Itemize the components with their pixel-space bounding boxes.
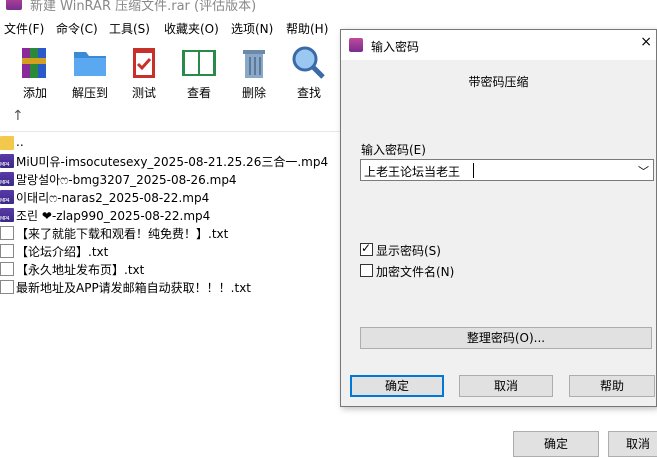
mp4-file-icon — [0, 154, 14, 168]
file-name: 最新地址及APP请发邮箱自动获取！！！.txt — [16, 281, 252, 295]
file-row[interactable]: .. — [0, 134, 340, 152]
file-name: MiU미유-imsocutesexy_2025-08-21.25.26三合一.m… — [16, 155, 329, 169]
text-file-icon — [0, 280, 14, 294]
find-button[interactable]: 查找 — [287, 44, 331, 101]
help-button[interactable]: 帮助 — [569, 375, 655, 397]
file-row[interactable]: 이태리ෆ-naras2_2025-08-22.mp4 — [0, 188, 340, 206]
background-ok-button[interactable]: 确定 — [513, 431, 599, 457]
file-list: .. MiU미유-imsocutesexy_2025-08-21.25.26三合… — [0, 134, 340, 296]
find-magnifier-icon — [292, 46, 325, 79]
text-file-icon — [0, 226, 14, 240]
add-archive-icon — [22, 48, 46, 78]
organize-passwords-button[interactable]: 整理密码(O)... — [360, 327, 652, 349]
file-row[interactable]: 【永久地址发布页】.txt — [0, 260, 340, 278]
cancel-button[interactable]: 取消 — [459, 375, 553, 397]
dialog-titlebar: 输入密码 × — [341, 30, 656, 60]
winrar-dialog-icon — [349, 38, 363, 52]
dialog-title: 输入密码 — [371, 40, 420, 54]
mp4-file-icon — [0, 172, 14, 186]
close-icon[interactable]: × — [640, 34, 652, 50]
menu-tools[interactable]: 工具(S) — [109, 20, 150, 37]
file-row[interactable]: 最新地址及APP请发邮箱自动获取！！！.txt — [0, 278, 340, 296]
find-label: 查找 — [296, 86, 321, 100]
menu-file[interactable]: 文件(F) — [4, 20, 44, 37]
menu-favorites[interactable]: 收藏夹(O) — [164, 20, 219, 37]
file-name: 【来了就能下载和观看！纯免费！】.txt — [16, 227, 229, 241]
window-title: 新建 WinRAR 压缩文件.rar (评估版本) — [30, 0, 257, 14]
password-label: 输入密码(E) — [361, 143, 426, 157]
winrar-app-icon — [6, 0, 22, 10]
checkbox-unchecked-icon — [360, 264, 373, 277]
file-name: 【永久地址发布页】.txt — [16, 263, 145, 277]
path-bar: ↑ — [0, 104, 340, 132]
extract-to-button[interactable]: 解压到 — [68, 44, 112, 101]
file-name: .. — [16, 135, 24, 149]
file-row[interactable]: 말랑설아ෆ-bmg3207_2025-08-26.mp4 — [0, 170, 340, 188]
view-label: 查看 — [186, 86, 211, 100]
file-name: 이태리ෆ-naras2_2025-08-22.mp4 — [16, 191, 210, 205]
file-row[interactable]: 【来了就能下载和观看！纯免费！】.txt — [0, 224, 340, 242]
chevron-down-icon[interactable]: ﹀ — [638, 163, 649, 179]
toolbar: 添加 解压到 测试 查看 删除 查找 — [0, 40, 340, 102]
add-label: 添加 — [22, 86, 47, 100]
file-name: 【论坛介绍】.txt — [16, 245, 109, 259]
up-arrow-icon[interactable]: ↑ — [12, 108, 24, 124]
file-row[interactable]: 【论坛介绍】.txt — [0, 242, 340, 260]
file-row[interactable]: 조린 ❤-zlap990_2025-08-22.mp4 — [0, 206, 340, 224]
extract-to-label: 解压到 — [71, 86, 108, 100]
text-caret — [473, 163, 474, 178]
dialog-heading: 带密码压缩 — [468, 75, 529, 89]
menu-options[interactable]: 选项(N) — [231, 20, 273, 37]
password-value: 上老王论坛当老王 — [364, 165, 461, 179]
mp4-file-icon — [0, 208, 14, 222]
test-button[interactable]: 测试 — [122, 44, 166, 101]
ok-button[interactable]: 确定 — [350, 375, 444, 397]
add-button[interactable]: 添加 — [13, 44, 57, 101]
password-combobox[interactable]: 上老王论坛当老王 ﹀ — [360, 159, 654, 181]
encrypt-filenames-label: 加密文件名(N) — [376, 265, 455, 279]
extract-folder-icon — [74, 52, 106, 76]
test-clipboard-icon — [133, 48, 155, 78]
text-file-icon — [0, 244, 14, 258]
text-file-icon — [0, 262, 14, 276]
view-button[interactable]: 查看 — [177, 44, 221, 101]
checkbox-checked-icon — [360, 241, 373, 256]
winrar-screen: 新建 WinRAR 压缩文件.rar (评估版本) 文件(F) 命令(C) 工具… — [0, 0, 657, 458]
file-row[interactable]: MiU미유-imsocutesexy_2025-08-21.25.26三合一.m… — [0, 152, 340, 170]
show-password-label: 显示密码(S) — [376, 244, 441, 258]
delete-trash-icon — [243, 50, 265, 78]
menu-command[interactable]: 命令(C) — [56, 20, 98, 37]
background-cancel-button[interactable]: 取消 — [608, 431, 657, 457]
password-dialog: 输入密码 × 带密码压缩 输入密码(E) 上老王论坛当老王 ﹀ 显示密码(S) … — [340, 29, 657, 407]
main-titlebar: 新建 WinRAR 压缩文件.rar (评估版本) — [0, 0, 657, 16]
mp4-file-icon — [0, 190, 14, 204]
delete-label: 删除 — [241, 86, 266, 100]
file-name: 말랑설아ෆ-bmg3207_2025-08-26.mp4 — [16, 173, 237, 187]
file-name: 조린 ❤-zlap990_2025-08-22.mp4 — [16, 209, 211, 223]
view-book-icon — [182, 50, 216, 76]
test-label: 测试 — [131, 86, 156, 100]
menu-help[interactable]: 帮助(H) — [286, 20, 328, 37]
delete-button[interactable]: 删除 — [232, 44, 276, 101]
folder-up-icon — [0, 136, 14, 150]
